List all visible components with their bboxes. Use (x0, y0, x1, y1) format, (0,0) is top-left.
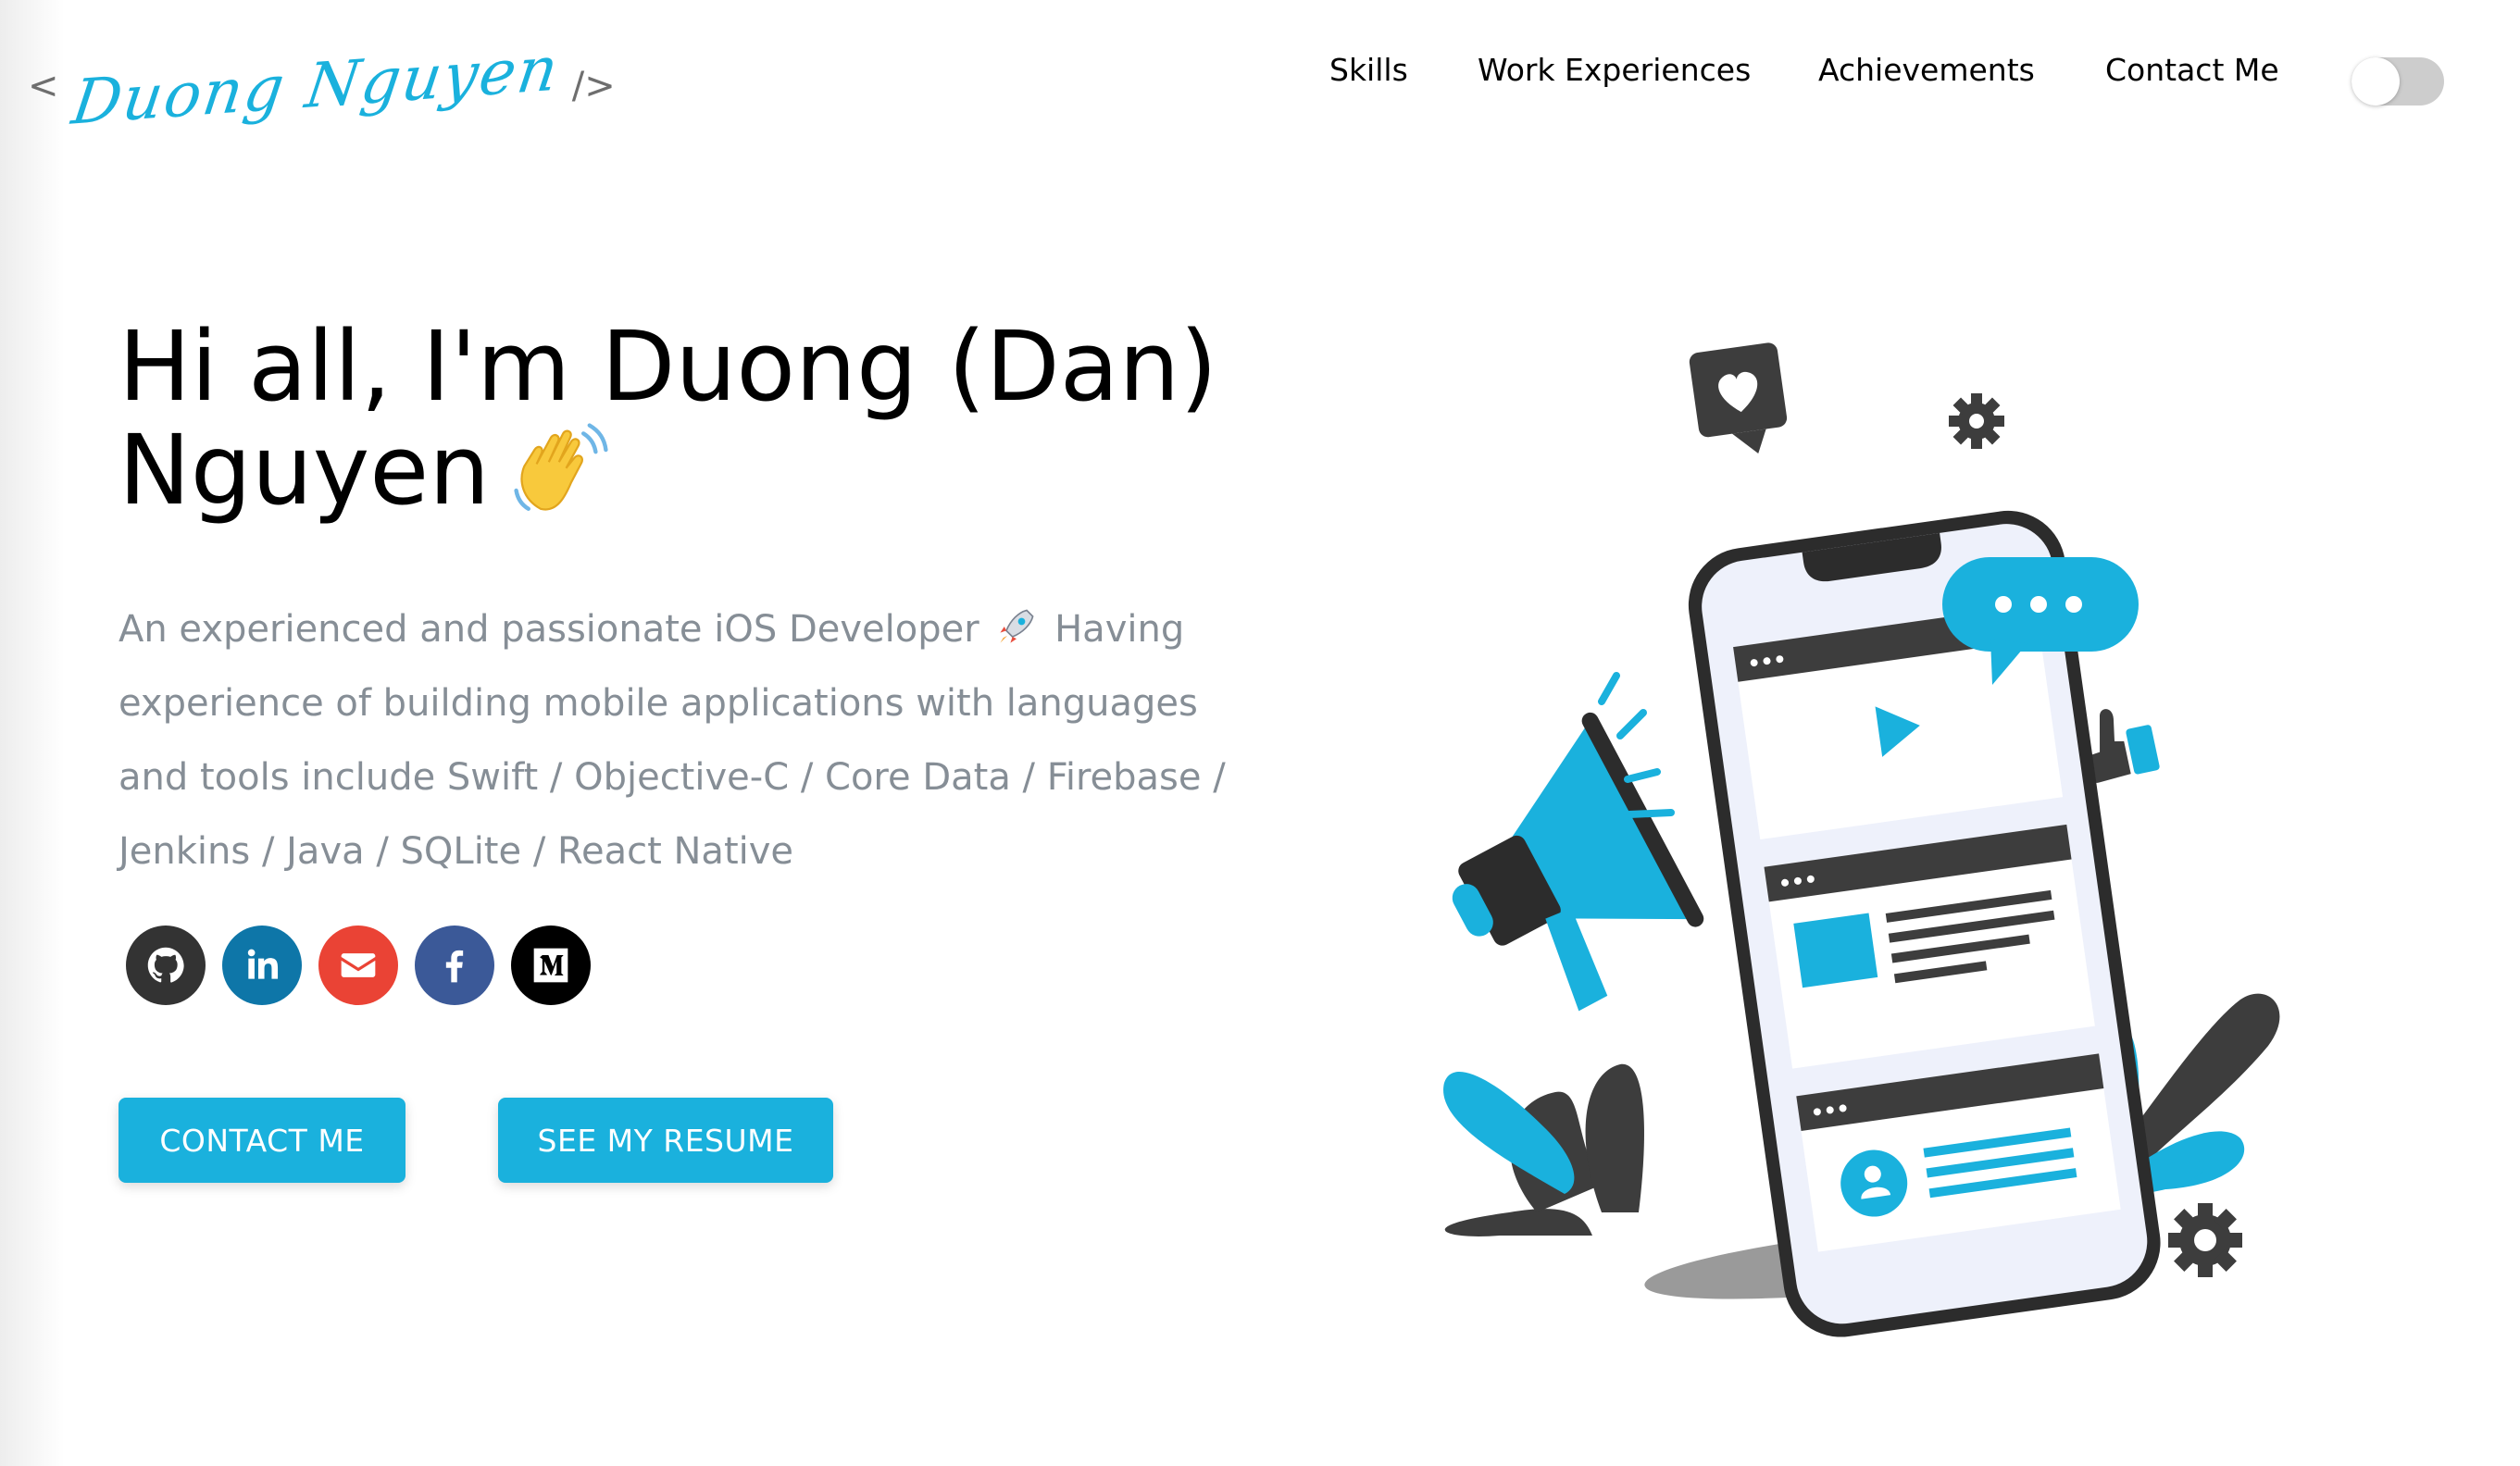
gear-icon (1949, 393, 2004, 449)
waving-hand-icon (514, 423, 608, 511)
facebook-icon (445, 950, 464, 983)
gear-icon (2168, 1203, 2242, 1277)
greeting-text: Hi all, I'm Duong (Dan) Nguyen (119, 310, 1217, 527)
megaphone-icon (1452, 712, 1704, 1012)
email-link[interactable] (318, 926, 398, 1005)
page-title: Hi all, I'm Duong (Dan) Nguyen (119, 315, 1322, 522)
heart-bubble-icon (1689, 342, 1788, 453)
logo-open-bracket: < (28, 65, 59, 107)
hero-subtitle: An experienced and passionate iOS Develo… (119, 592, 1257, 888)
rocket-icon (1000, 609, 1034, 643)
nav-work-experiences[interactable]: Work Experiences (1478, 52, 1751, 88)
facebook-link[interactable] (415, 926, 494, 1005)
theme-toggle[interactable] (2352, 57, 2444, 106)
contact-me-button[interactable]: CONTACT ME (119, 1098, 405, 1183)
nav-skills[interactable]: Skills (1329, 52, 1408, 88)
logo-signature: Duong Nguyen (67, 32, 564, 139)
theme-toggle-knob (2352, 57, 2400, 106)
email-icon (341, 953, 376, 977)
subtitle-intro: An experienced and passionate iOS Develo… (119, 608, 992, 651)
mobile-marketing-illustration (1443, 342, 2280, 1337)
medium-icon (533, 948, 568, 983)
left-plants (1443, 1063, 1644, 1236)
linkedin-icon (247, 949, 279, 979)
see-my-resume-button[interactable]: SEE MY RESUME (498, 1098, 833, 1183)
nav-achievements[interactable]: Achievements (1818, 52, 2035, 88)
page-edge-shadow (0, 0, 65, 1466)
github-icon (147, 947, 184, 983)
github-link[interactable] (126, 926, 206, 1005)
logo[interactable]: < Duong Nguyen /> (28, 32, 616, 139)
nav-contact-me[interactable]: Contact Me (2105, 52, 2279, 88)
medium-link[interactable] (511, 926, 591, 1005)
linkedin-link[interactable] (222, 926, 302, 1005)
logo-close-bracket: /> (571, 65, 616, 107)
